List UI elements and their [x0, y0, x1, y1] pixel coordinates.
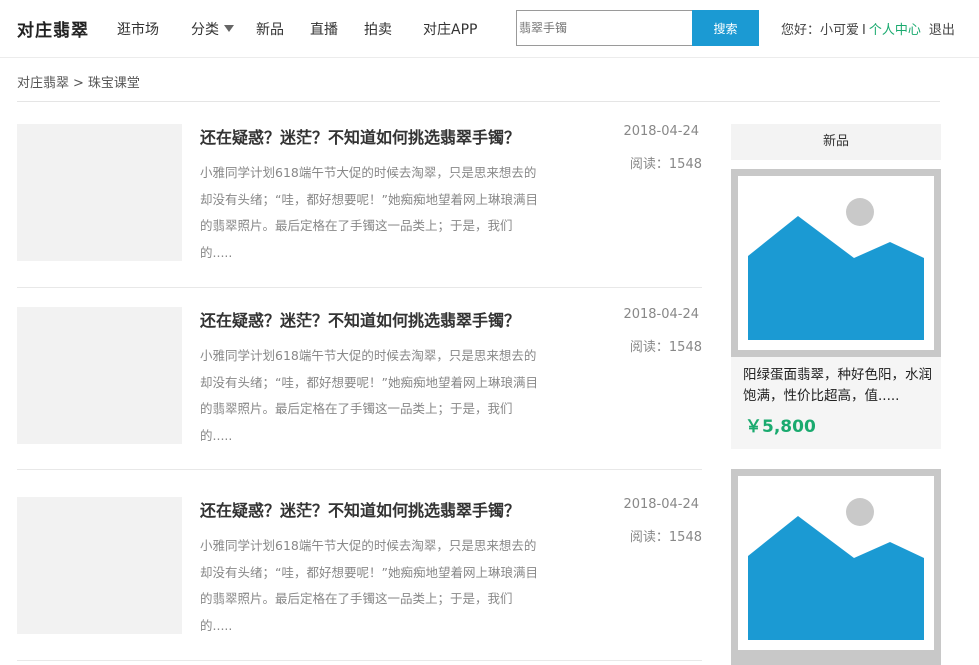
article-item[interactable]: 还在疑惑？迷茫？不知道如何挑选翡翠手镯？ 小雅同学计划618端午节大促的时候去淘… [17, 124, 702, 264]
article-excerpt: 小雅同学计划618端午节大促的时候去淘翠，只是思来想去的却没有头绪；“哇，都好想… [200, 348, 538, 443]
product-card[interactable]: 阳绿蛋面翡翠，种好色阳，水润饱满，性价比超高，值..... ￥5,800 [731, 169, 941, 449]
article-thumbnail[interactable] [17, 307, 182, 444]
image-placeholder-icon [738, 176, 934, 350]
article-title[interactable]: 还在疑惑？迷茫？不知道如何挑选翡翠手镯？ [200, 124, 520, 148]
nav-category[interactable]: 分类 [191, 19, 234, 39]
product-image[interactable] [731, 469, 941, 665]
caret-down-icon [224, 24, 234, 32]
divider [17, 287, 702, 288]
image-placeholder-icon [738, 476, 934, 650]
article-date: 2018-04-24 [623, 307, 699, 322]
search-input[interactable] [516, 10, 693, 46]
user-greeting: 您好：小可爱 [781, 23, 860, 38]
top-header: 对庄翡翠 逛市场 分类 新品 直播 拍卖 对庄APP 搜索 您好：小可爱I个人中… [0, 0, 979, 58]
product-image[interactable] [731, 169, 941, 357]
article-title[interactable]: 还在疑惑？迷茫？不知道如何挑选翡翠手镯？ [200, 307, 520, 331]
nav-market[interactable]: 逛市场 [117, 19, 159, 39]
article-read-count: 阅读：1548 [629, 340, 702, 355]
breadcrumb-home[interactable]: 对庄翡翠 [17, 76, 69, 91]
article-date: 2018-04-24 [623, 497, 699, 512]
nav-app[interactable]: 对庄APP [423, 19, 477, 39]
article-item[interactable]: 还在疑惑？迷茫？不知道如何挑选翡翠手镯？ 小雅同学计划618端午节大促的时候去淘… [17, 307, 702, 447]
article-excerpt: 小雅同学计划618端午节大促的时候去淘翠，只是思来想去的却没有头绪；“哇，都好想… [200, 538, 538, 633]
sidebar-title: 新品 [731, 124, 941, 160]
breadcrumb: 对庄翡翠 > 珠宝课堂 [17, 72, 140, 91]
article-title[interactable]: 还在疑惑？迷茫？不知道如何挑选翡翠手镯？ [200, 497, 520, 521]
breadcrumb-separator: > [73, 76, 84, 91]
breadcrumb-current: 珠宝课堂 [87, 76, 140, 91]
divider [17, 660, 702, 661]
nav-live[interactable]: 直播 [310, 19, 338, 39]
user-area: 您好：小可爱 I 个人中心 退出 [781, 19, 955, 38]
user-center-link[interactable]: 个人中心 [869, 23, 921, 38]
article-thumbnail[interactable] [17, 124, 182, 261]
article-item[interactable]: 还在疑惑？迷茫？不知道如何挑选翡翠手镯？ 小雅同学计划618端午节大促的时候去淘… [17, 497, 702, 637]
logout-link[interactable]: 退出 [929, 23, 955, 38]
divider [17, 469, 702, 470]
article-date: 2018-04-24 [623, 124, 699, 139]
product-price: ￥5,800 [745, 417, 816, 437]
article-excerpt: 小雅同学计划618端午节大促的时候去淘翠，只是思来想去的却没有头绪；“哇，都好想… [200, 165, 538, 260]
search-button[interactable]: 搜索 [692, 10, 759, 46]
product-card[interactable] [731, 469, 941, 665]
nav-category-label: 分类 [191, 22, 219, 38]
product-name[interactable]: 阳绿蛋面翡翠，种好色阳，水润饱满，性价比超高，值..... [743, 365, 935, 407]
nav-auction[interactable]: 拍卖 [364, 19, 392, 39]
article-thumbnail[interactable] [17, 497, 182, 634]
article-read-count: 阅读：1548 [629, 157, 702, 172]
site-logo[interactable]: 对庄翡翠 [17, 16, 89, 41]
article-read-count: 阅读：1548 [629, 530, 702, 545]
user-separator: I [862, 23, 866, 38]
divider [17, 101, 940, 102]
nav-new[interactable]: 新品 [256, 19, 284, 39]
